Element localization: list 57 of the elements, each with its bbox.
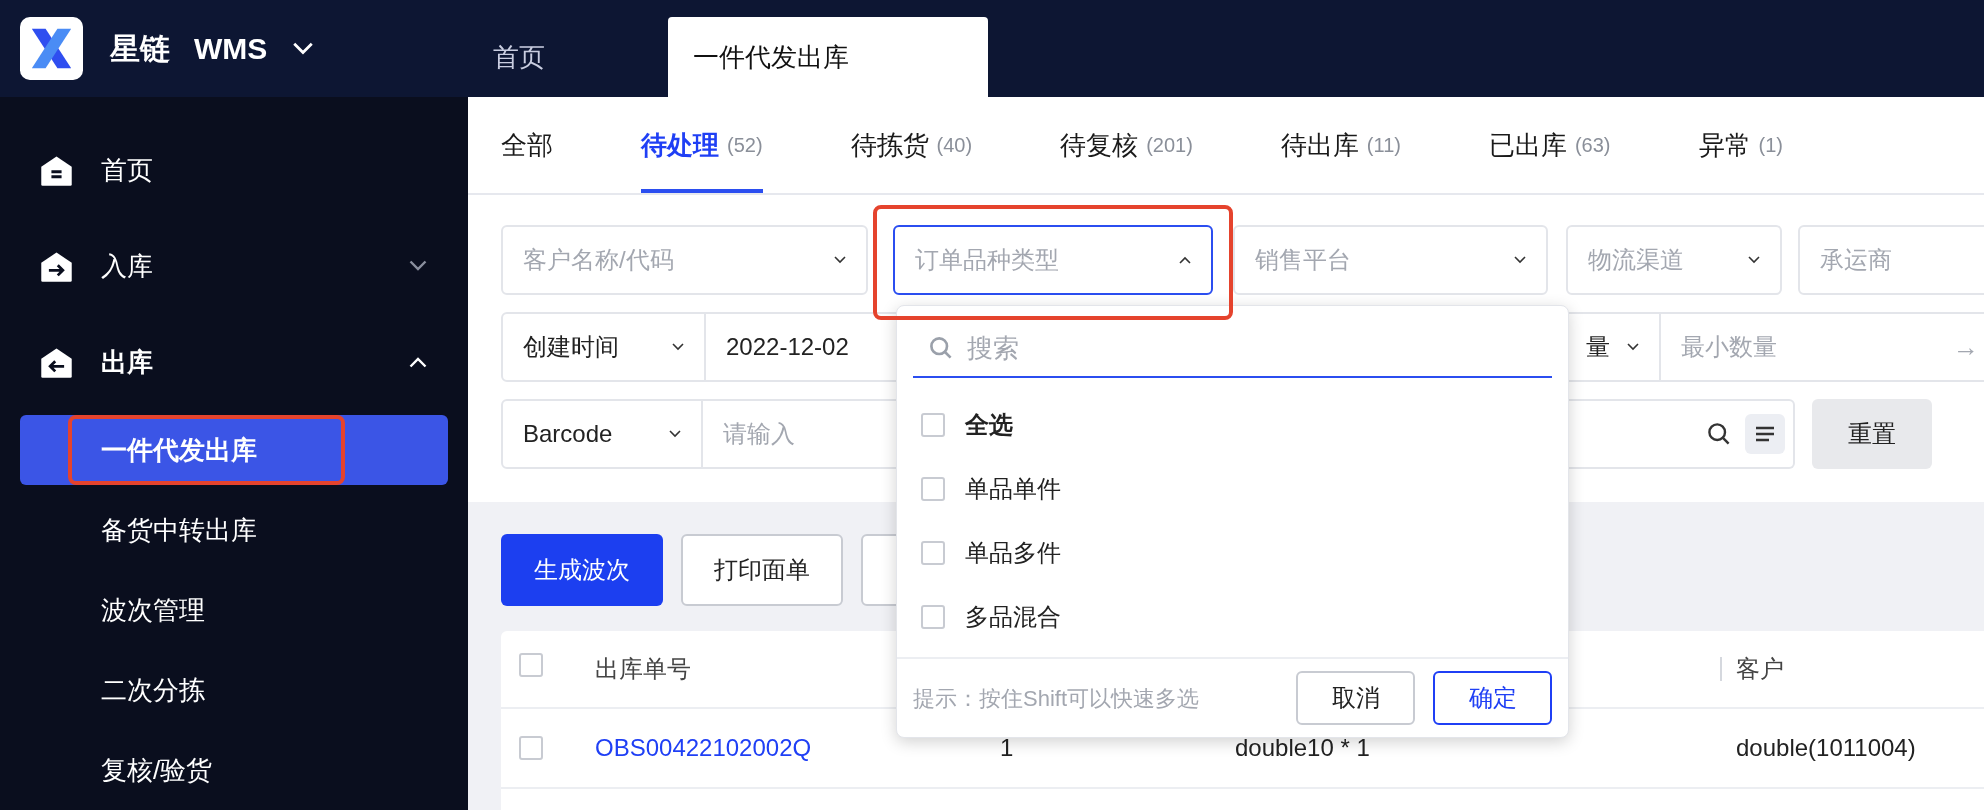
action-button[interactable]: 打印面单 bbox=[681, 534, 843, 606]
sidebar-item[interactable]: 入库 bbox=[0, 218, 468, 314]
chevron-down-icon bbox=[669, 430, 681, 438]
action-button[interactable]: 生成波次 bbox=[501, 534, 663, 606]
dropdown-option[interactable]: 单品多件 bbox=[897, 521, 1568, 585]
chevron-down-icon bbox=[672, 343, 684, 351]
code-type-select[interactable]: Barcode bbox=[501, 399, 703, 469]
sidebar-item[interactable]: 出库 bbox=[0, 314, 468, 410]
hint-text: 提示：按住Shift可以快速多选 bbox=[913, 684, 1201, 713]
list-icon[interactable] bbox=[1745, 414, 1785, 454]
sidebar-subitem[interactable]: 波次管理 bbox=[20, 575, 448, 645]
status-tab[interactable]: 已出库 (63) bbox=[1488, 97, 1611, 193]
page-tab[interactable]: 首页 bbox=[468, 17, 570, 97]
status-tab[interactable]: 待出库 (11) bbox=[1280, 97, 1401, 193]
status-tab[interactable]: 全部 bbox=[501, 97, 553, 193]
dropdown-option[interactable]: 全选 bbox=[897, 393, 1568, 457]
reset-button[interactable]: 重置 bbox=[1812, 399, 1932, 469]
product-name: WMS bbox=[194, 31, 268, 67]
checkbox[interactable] bbox=[921, 541, 945, 565]
sidebar-subitem[interactable]: 备货中转出库 bbox=[20, 495, 448, 565]
chevron-down-icon bbox=[1748, 256, 1760, 264]
table-cell: double10 * 1 bbox=[1235, 734, 1370, 761]
time-type-select[interactable]: 创建时间 bbox=[501, 312, 706, 382]
sidebar-subitem[interactable]: 一件代发出库 bbox=[20, 415, 448, 485]
sidebar-subitem[interactable]: 复核/验货 bbox=[20, 735, 448, 805]
confirm-button[interactable]: 确定 bbox=[1433, 671, 1552, 725]
status-tab[interactable]: 待复核 (201) bbox=[1060, 97, 1193, 193]
checkbox[interactable] bbox=[921, 605, 945, 629]
chevron-down-icon bbox=[1514, 256, 1526, 264]
checkbox[interactable] bbox=[519, 653, 543, 677]
order-link[interactable]: OBS00422102002Q bbox=[595, 734, 812, 761]
logo-icon bbox=[20, 17, 83, 80]
checkbox[interactable] bbox=[921, 477, 945, 501]
chevron-down-icon bbox=[834, 256, 846, 264]
quantity-type-select[interactable]: 量 bbox=[1566, 312, 1661, 382]
status-tab[interactable]: 异常 (1) bbox=[1698, 97, 1783, 193]
chevron-down-icon bbox=[291, 41, 316, 56]
chevron-up-icon bbox=[408, 356, 428, 368]
status-tab[interactable]: 待拣货 (40) bbox=[850, 97, 973, 193]
column-header: 客户 bbox=[1736, 654, 1784, 684]
checkbox[interactable] bbox=[921, 413, 945, 437]
dropdown-option[interactable]: 多品混合 bbox=[897, 585, 1568, 649]
search-icon[interactable] bbox=[1707, 422, 1731, 446]
cancel-button[interactable]: 取消 bbox=[1296, 671, 1415, 725]
brand-name: 星链 bbox=[110, 31, 170, 67]
table-cell-text: 1 bbox=[1000, 733, 1015, 763]
chevron-down-icon bbox=[408, 260, 428, 272]
page-tab[interactable]: 一件代发出库 bbox=[668, 17, 988, 97]
column-header: 出库单号 bbox=[595, 654, 692, 684]
checkbox[interactable] bbox=[519, 736, 543, 760]
chevron-up-icon bbox=[1179, 256, 1191, 264]
table-cell-text: double(1011004) bbox=[1736, 733, 1916, 763]
search-icon bbox=[929, 336, 953, 360]
sidebar-item[interactable]: 首页 bbox=[0, 122, 468, 218]
sidebar-subitem[interactable]: 二次分拣 bbox=[20, 655, 448, 725]
dropdown-option[interactable]: 单品单件 bbox=[897, 457, 1568, 521]
chevron-down-icon bbox=[1627, 343, 1639, 351]
